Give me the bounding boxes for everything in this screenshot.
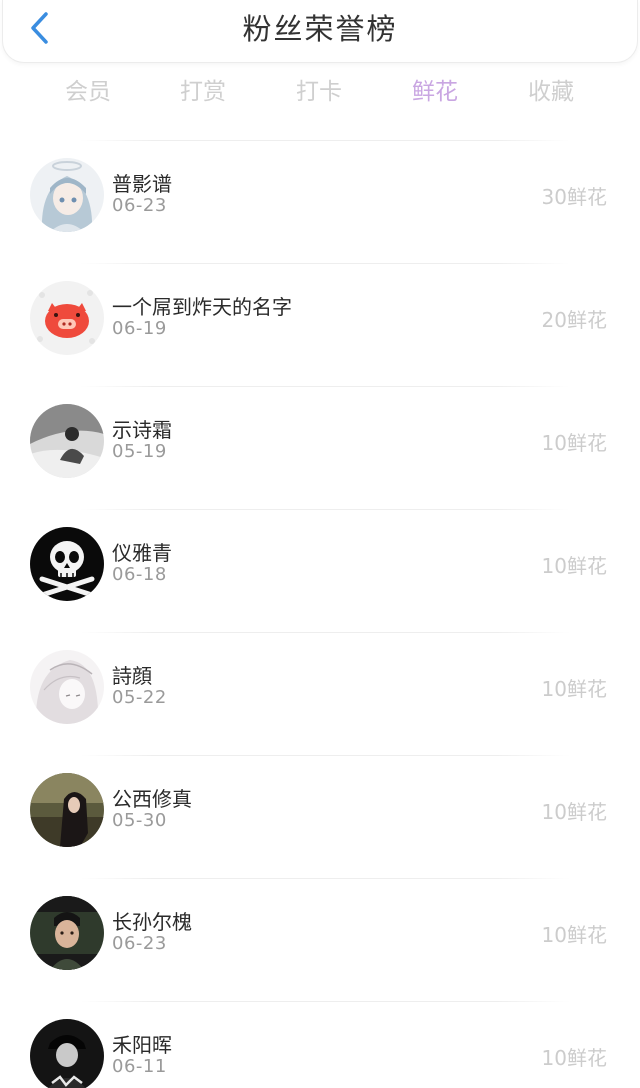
- flower-count: 10鲜花: [541, 431, 607, 455]
- chevron-left-icon: [29, 11, 51, 49]
- tab-bar: 会员 打赏 打卡 鲜花 收藏: [0, 68, 640, 118]
- tab-membership[interactable]: 会员: [33, 68, 143, 118]
- tab-favorites[interactable]: 收藏: [496, 68, 606, 118]
- pink-pig-avatar-icon: [30, 281, 104, 355]
- fan-row[interactable]: 仪雅青 06-18 10鲜花: [0, 509, 640, 632]
- photo-avatar-icon: [30, 896, 104, 970]
- flower-count: 30鲜花: [541, 185, 607, 209]
- fan-date: 06-11: [112, 1056, 167, 1077]
- fan-name: 公西修真: [112, 787, 192, 811]
- flower-count: 20鲜花: [541, 308, 607, 332]
- fan-date: 05-22: [112, 687, 167, 708]
- sketch-girl-avatar-icon: [30, 650, 104, 724]
- photo-avatar-icon: [30, 773, 104, 847]
- fan-date: 06-18: [112, 564, 167, 585]
- fan-row[interactable]: 一个屌到炸天的名字 06-19 20鲜花: [0, 263, 640, 386]
- anime-girl-avatar-icon: [30, 158, 104, 232]
- tab-flowers[interactable]: 鲜花: [380, 68, 490, 118]
- page-title: 粉丝荣誉榜: [242, 12, 398, 46]
- fan-date: 06-23: [112, 195, 167, 216]
- flower-count: 10鲜花: [541, 923, 607, 947]
- fan-name: 普影谱: [112, 172, 172, 196]
- tab-checkin[interactable]: 打卡: [264, 68, 374, 118]
- flower-count: 10鲜花: [541, 1046, 607, 1070]
- flower-count: 10鲜花: [541, 677, 607, 701]
- fan-name: 仪雅青: [112, 541, 172, 565]
- fan-date: 05-30: [112, 810, 167, 831]
- skull-avatar-icon: [30, 527, 104, 601]
- fan-name: 一个屌到炸天的名字: [112, 295, 292, 319]
- fan-row[interactable]: 普影谱 06-23 30鲜花: [0, 140, 640, 263]
- fan-date: 06-23: [112, 933, 167, 954]
- grayscale-photo-avatar-icon: [30, 404, 104, 478]
- fan-row[interactable]: 禾阳晖 06-11 10鲜花: [0, 1001, 640, 1088]
- fan-name: 禾阳晖: [112, 1033, 172, 1057]
- fan-name: 长孙尔槐: [112, 910, 192, 934]
- fan-name: 詩顔: [112, 664, 152, 688]
- flower-count: 10鲜花: [541, 554, 607, 578]
- back-button[interactable]: [23, 12, 57, 48]
- fan-row[interactable]: 公西修真 05-30 10鲜花: [0, 755, 640, 878]
- tab-tipping[interactable]: 打赏: [148, 68, 258, 118]
- fan-name: 示诗霜: [112, 418, 172, 442]
- flower-count: 10鲜花: [541, 800, 607, 824]
- fan-row[interactable]: 长孙尔槐 06-23 10鲜花: [0, 878, 640, 1001]
- fan-row[interactable]: 詩顔 05-22 10鲜花: [0, 632, 640, 755]
- header-bar: 粉丝荣誉榜: [2, 0, 638, 63]
- dark-photo-avatar-icon: [30, 1019, 104, 1088]
- fan-date: 05-19: [112, 441, 167, 462]
- fan-row[interactable]: 示诗霜 05-19 10鲜花: [0, 386, 640, 509]
- fan-date: 06-19: [112, 318, 167, 339]
